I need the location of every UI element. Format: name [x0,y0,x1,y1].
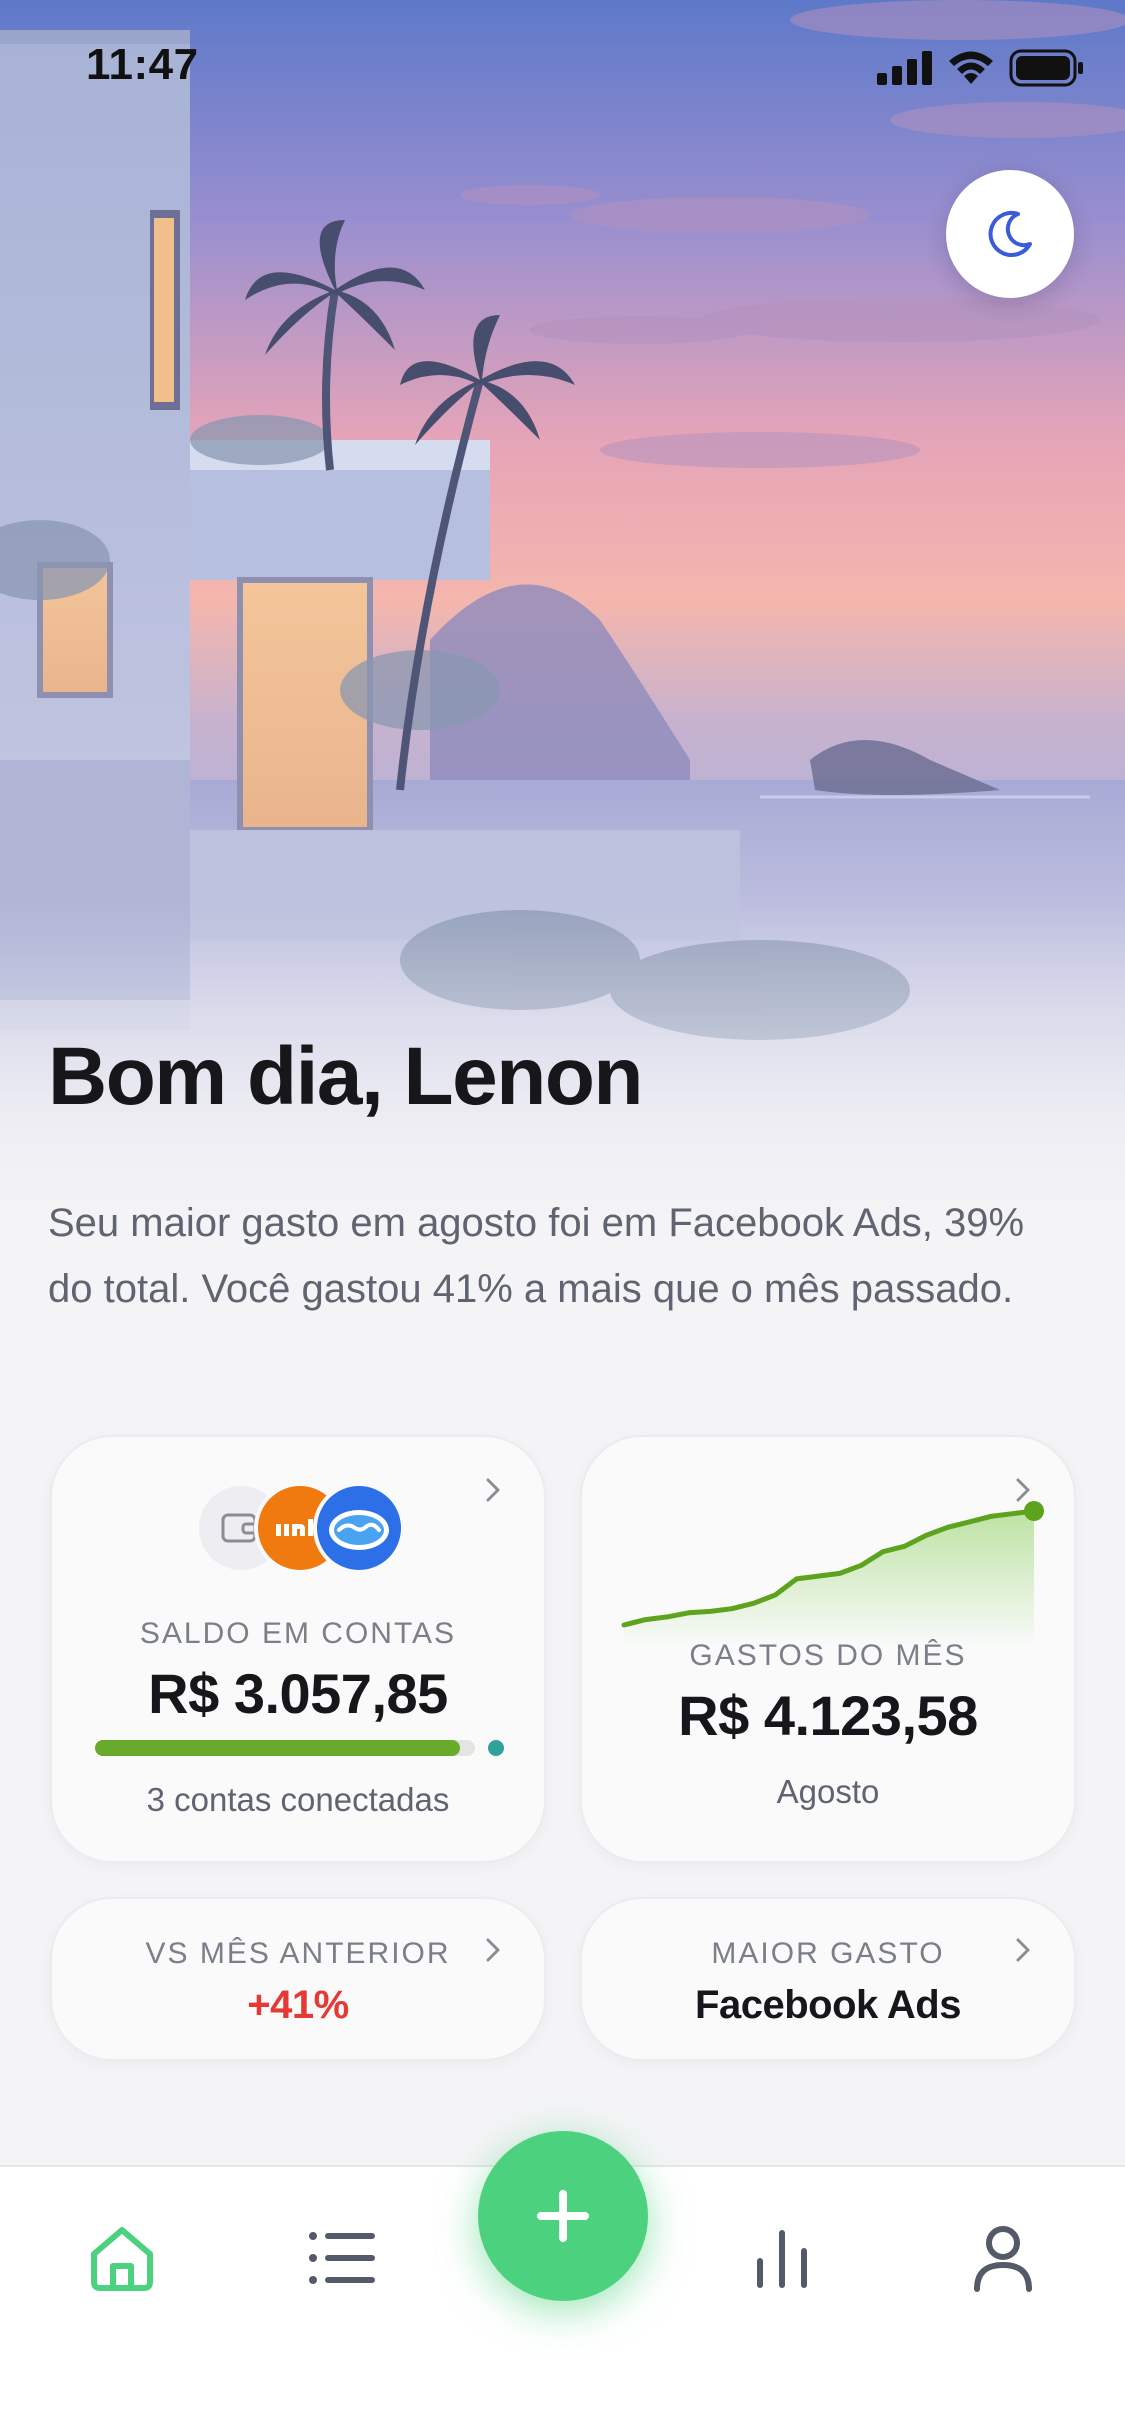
top-expense-card[interactable]: MAIOR GASTO Facebook Ads [580,1897,1076,2061]
spending-summary: Seu maior gasto em agosto foi em Faceboo… [48,1201,1025,1311]
connected-banks [195,1482,405,1574]
add-icon [537,2190,589,2242]
balance-progress-fill [95,1740,460,1756]
sparkline-area [624,1511,1034,1647]
nav-transactions[interactable] [302,2218,382,2298]
vs-previous-month-card[interactable]: VS MÊS ANTERIOR +41% [50,1897,546,2061]
connected-accounts-count: 3 contas conectadas [146,1781,450,1818]
moon-icon [988,211,1032,257]
balance-progress-bar [95,1740,475,1756]
sparkline-end-dot [1024,1501,1044,1521]
nav-home[interactable] [82,2218,162,2298]
monthly-spending-label: GASTOS DO MÊS [689,1639,967,1672]
add-button[interactable] [478,2131,648,2301]
stats-icon [757,2230,807,2288]
status-time: 11:47 [86,40,199,89]
top-expense-label: MAIOR GASTO [711,1937,945,1970]
cellular-signal-icon [877,51,932,85]
mercado-pago-logo [313,1482,405,1574]
balance-value: R$ 3.057,85 [148,1662,448,1725]
nav-stats[interactable] [742,2218,822,2298]
monthly-spending-card[interactable]: GASTOS DO MÊS R$ 4.123,58 Agosto [580,1435,1076,1863]
theme-toggle-button[interactable] [946,170,1074,298]
spending-month: Agosto [776,1773,880,1810]
home-icon [91,2227,153,2291]
top-expense-value: Facebook Ads [695,1983,961,2027]
profile-icon [974,2226,1032,2292]
balance-card[interactable]: SALDO EM CONTAS R$ 3.057,85 3 contas con… [50,1435,546,1863]
monthly-spending-value: R$ 4.123,58 [678,1684,978,1747]
balance-label: SALDO EM CONTAS [139,1617,457,1650]
vs-previous-value: +41% [247,1983,349,2027]
balance-progress-marker [488,1740,504,1756]
vs-previous-label: VS MÊS ANTERIOR [145,1937,451,1970]
nav-profile[interactable] [963,2218,1043,2298]
wifi-icon [949,51,993,84]
spending-sparkline [621,1501,1044,1647]
status-bar: 11:47 [0,0,1125,135]
battery-icon [1009,49,1083,87]
greeting-title: Bom dia, Lenon [48,1031,644,1122]
list-icon [309,2232,375,2284]
status-icons [877,46,1085,90]
chevron-right-icon [486,1478,500,1502]
